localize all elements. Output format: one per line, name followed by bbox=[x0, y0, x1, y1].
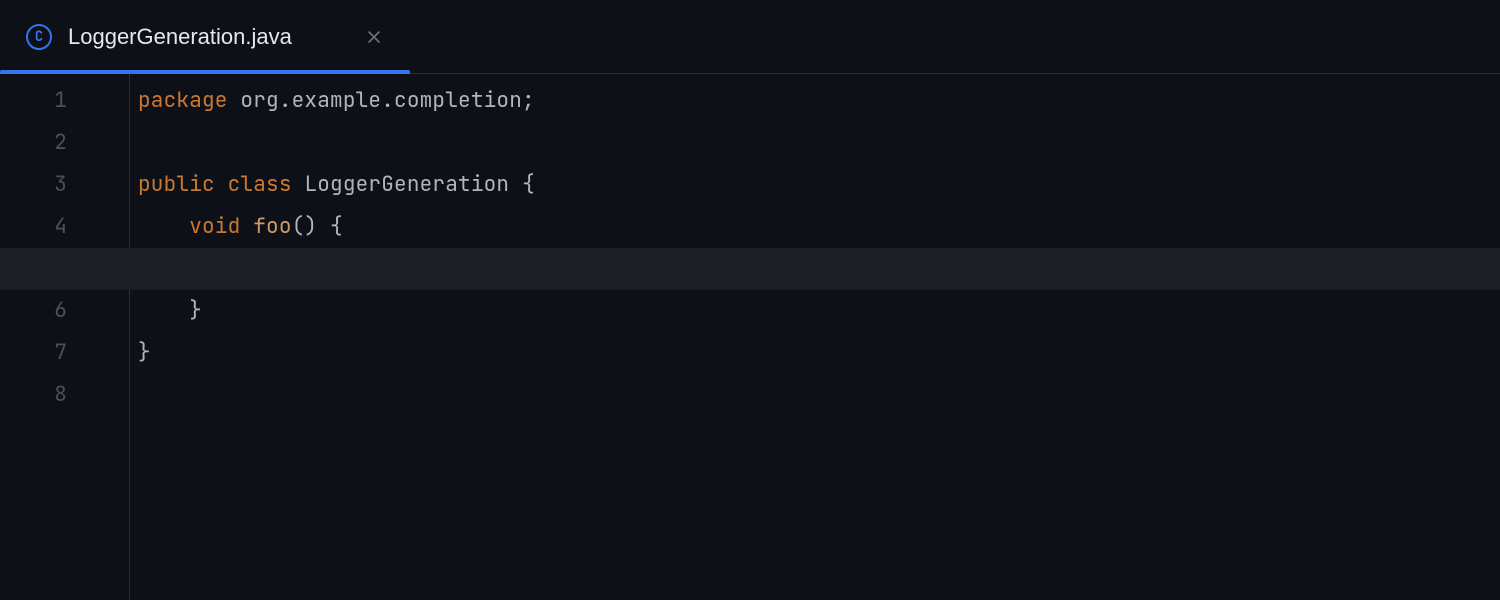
code-token: } bbox=[189, 290, 202, 332]
line-number: 2 bbox=[0, 122, 67, 164]
code-token bbox=[240, 206, 253, 248]
code-token: { bbox=[522, 164, 535, 206]
line-number: 7 bbox=[0, 332, 67, 374]
tab-filename: LoggerGeneration.java bbox=[68, 24, 348, 50]
file-tab[interactable]: C LoggerGeneration.java bbox=[0, 0, 410, 73]
code-line[interactable]: package org.example.completion; bbox=[130, 80, 1500, 122]
code-token: class bbox=[228, 164, 292, 206]
java-class-icon-letter: C bbox=[35, 28, 43, 46]
java-class-icon: C bbox=[26, 24, 52, 50]
line-number: 5 bbox=[0, 248, 67, 290]
code-token bbox=[138, 206, 189, 248]
close-tab-button[interactable] bbox=[364, 27, 384, 47]
editor-body: 12345678 package org.example.completion;… bbox=[0, 74, 1500, 600]
tab-bar: C LoggerGeneration.java bbox=[0, 0, 1500, 74]
code-lines: package org.example.completion; public cl… bbox=[130, 80, 1500, 416]
code-token: LoggerGeneration bbox=[304, 164, 509, 206]
code-token: { bbox=[330, 206, 343, 248]
code-token: public bbox=[138, 164, 215, 206]
code-line[interactable]: void foo() { bbox=[130, 206, 1500, 248]
code-line[interactable]: public class LoggerGeneration { bbox=[130, 164, 1500, 206]
code-area[interactable]: package org.example.completion; public cl… bbox=[130, 74, 1500, 600]
code-token bbox=[138, 248, 240, 290]
code-token bbox=[317, 206, 330, 248]
code-token: () bbox=[292, 206, 318, 248]
line-number: 6 bbox=[0, 290, 67, 332]
line-number: 1 bbox=[0, 80, 67, 122]
code-token bbox=[138, 290, 189, 332]
code-token: foo bbox=[253, 206, 291, 248]
code-token: ; bbox=[522, 80, 535, 122]
code-token: org.example.completion bbox=[240, 80, 522, 122]
code-token bbox=[228, 80, 241, 122]
line-number: 3 bbox=[0, 164, 67, 206]
code-token bbox=[292, 164, 305, 206]
code-token: package bbox=[138, 80, 228, 122]
code-line[interactable] bbox=[130, 248, 1500, 290]
code-token: } bbox=[138, 332, 151, 374]
editor-root: C LoggerGeneration.java 12345678 package… bbox=[0, 0, 1500, 600]
code-line[interactable] bbox=[130, 122, 1500, 164]
line-number-gutter: 12345678 bbox=[0, 74, 130, 600]
code-line[interactable] bbox=[130, 374, 1500, 416]
close-icon bbox=[367, 30, 381, 44]
code-token bbox=[215, 164, 228, 206]
line-number: 8 bbox=[0, 374, 67, 416]
line-number: 4 bbox=[0, 206, 67, 248]
code-token bbox=[509, 164, 522, 206]
code-token: void bbox=[189, 206, 240, 248]
code-line[interactable]: } bbox=[130, 290, 1500, 332]
code-line[interactable]: } bbox=[130, 332, 1500, 374]
